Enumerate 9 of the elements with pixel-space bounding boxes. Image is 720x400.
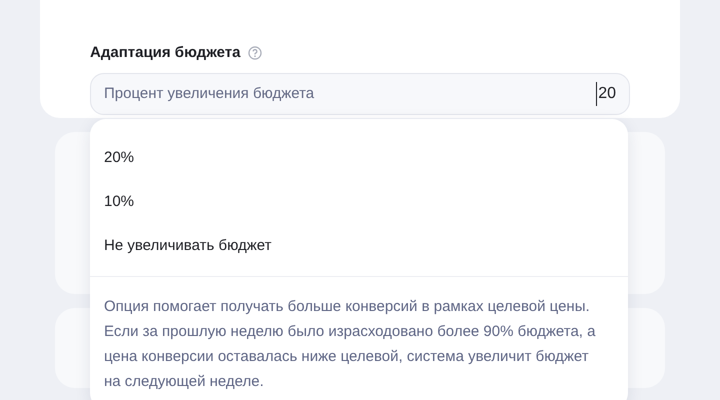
field-label: Процент увеличения бюджета	[104, 84, 314, 104]
budget-percent-field[interactable]: Процент увеличения бюджета 20	[90, 73, 630, 115]
dropdown-option[interactable]: 10%	[90, 180, 628, 224]
section-title: Адаптация бюджета	[90, 42, 240, 63]
dropdown-option[interactable]: 20%	[90, 136, 628, 180]
dropdown-option[interactable]: Не увеличивать бюджет	[90, 224, 628, 268]
field-value: 20	[596, 82, 616, 106]
option-description: Опция помогает получать больше конверсий в рамках целевой цены. Если за прошлую неделю было израсходовано более 90% бюджета, а цена конверсии оставалась ниже целевой, система увеличит бюджет на следующей неделе.	[103, 297, 596, 392]
help-icon[interactable]	[248, 46, 262, 60]
